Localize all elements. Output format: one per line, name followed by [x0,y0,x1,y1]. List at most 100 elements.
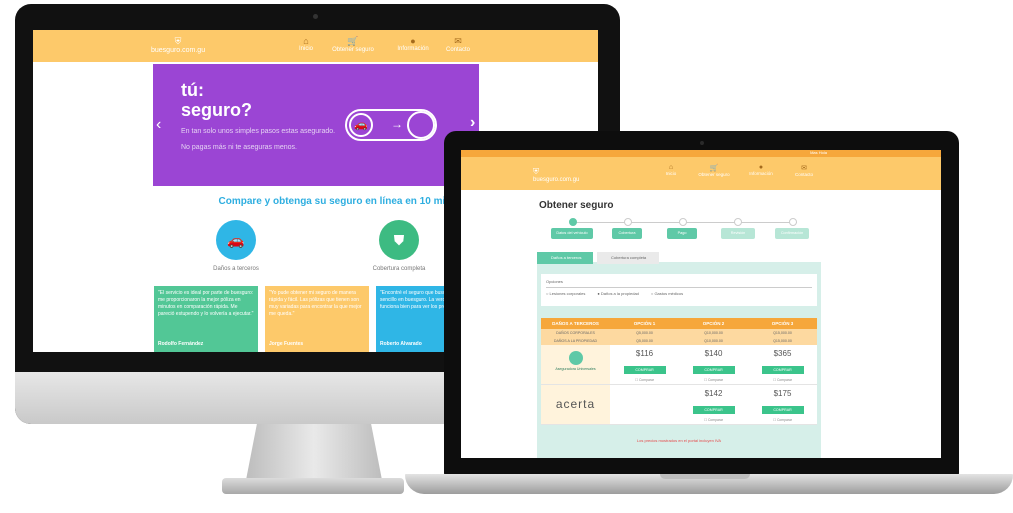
insurer-row: acerta $142 COMPRAR ☐ Comparar $175 COMP… [541,385,817,425]
nav-contacto[interactable]: ✉ Contacto [779,164,829,177]
user-greeting[interactable]: Mas Hola [810,150,827,155]
nav-label: Información [749,171,773,176]
desktop-logo[interactable]: ⛨ buesguro.com.gu [151,36,205,54]
step-dot [679,218,687,226]
compare-checkbox[interactable]: ☐ Comparar [679,418,748,422]
devices-mockup: ⛨ buesguro.com.gu ⌂ Inicio 🛒 Obtener seg… [0,0,1013,513]
logo-icon: ⛨ [174,36,182,46]
quote-table: DAÑOS A TERCEROS OPCIÓN 1 OPCIÓN 2 OPCIÓ… [541,318,817,425]
table-cell: Q5,000.00 [610,329,679,337]
cart-icon: 🛒 [347,36,359,46]
hero-line-2: No pagas más ni te aseguras menos. [181,144,297,151]
table-row: DAÑOS CORPORALES Q5,000.00 Q10,000.00 Q1… [541,329,817,337]
quote-option: $140 COMPRAR ☐ Comparar [679,345,748,384]
price: $175 [773,389,792,398]
cart-icon: 🛒 [709,165,719,172]
tab-cobertura-completa[interactable]: Cobertura completa [597,252,659,264]
hero-title: tú: seguro? [181,80,253,120]
testimonial-text: "Yo pude obtener mi seguro de manera ráp… [269,290,362,317]
buy-button[interactable]: COMPRAR [692,366,735,374]
nav-label: Inicio [665,171,677,176]
buy-button[interactable]: COMPRAR [761,366,804,374]
step-button[interactable]: Pago [667,228,697,239]
insurer-name: acerta [555,397,596,411]
compare-checkbox[interactable]: ☐ Comparar [748,378,817,382]
desktop-header: ⛨ buesguro.com.gu ⌂ Inicio 🛒 Obtener seg… [33,30,598,62]
testimonial-author: Roberto Alvarado [380,341,422,347]
table-cell: Q10,000.00 [679,337,748,345]
nav-label: Información [397,46,429,52]
nav-obtener-seguro[interactable]: 🛒 Obtener seguro [323,36,383,53]
buy-button[interactable]: COMPRAR [761,406,804,414]
nav-label: Obtener seguro [698,172,730,177]
footer-note: Los precios mostrados en el portal inclu… [636,438,722,443]
target-circle [407,111,435,139]
divider [546,287,812,288]
price: $142 [704,389,723,398]
chevron-left-icon[interactable]: ‹ [156,116,161,134]
compare-checkbox[interactable]: ☐ Comparar [610,378,679,382]
testimonial-text: "El servicio es ideal por parte de buesg… [158,290,254,317]
quote-option-empty [610,385,679,424]
table-cell: DAÑOS A LA PROPIEDAD [541,337,610,345]
tab-danos-terceros[interactable]: Daños a terceros [537,252,593,264]
car-icon[interactable]: 🚗 [216,220,256,260]
options-box: Opciones ○ Lesiones corporales ● Daños a… [541,274,817,306]
nav-label: Contacto [445,47,470,53]
nav-label: Inicio [298,46,313,52]
logo-icon: ⛨ [533,167,539,176]
price: $140 [704,349,723,358]
table-header: DAÑOS A TERCEROS OPCIÓN 1 OPCIÓN 2 OPCIÓ… [541,318,817,329]
logo-text: buesguro.com.gu [151,47,206,54]
table-cell: DAÑOS CORPORALES [541,329,610,337]
shield-icon[interactable]: ⛊ [379,220,419,260]
table-cell: Q15,000.00 [748,337,817,345]
imac-stand [246,424,382,480]
table-cell: Q15,000.00 [748,329,817,337]
arrow-right-icon: → [391,117,403,131]
step-button[interactable]: Confirmación [775,228,809,239]
feature-label: Daños a terceros [213,266,259,272]
nav-label: Contacto [794,172,813,177]
step-dot [569,218,577,226]
option-checkbox[interactable]: ○ Gastos médicos [651,291,683,296]
feature-label: Cobertura completa [372,266,426,272]
insurer-logo: acerta [541,385,610,424]
quote-option: $365 COMPRAR ☐ Comparar [748,345,817,384]
option-checkbox[interactable]: ○ Lesiones corporales [546,291,585,296]
insurer-name: Aseguradora Universales [555,367,596,371]
hero-cta[interactable]: 🚗 → [345,109,437,141]
step-button[interactable]: Revisión [721,228,755,239]
insurer-row: Aseguradora Universales $116 COMPRAR ☐ C… [541,345,817,385]
nav-obtener-seguro[interactable]: 🛒 Obtener seguro [689,164,739,177]
nav-contacto[interactable]: ✉ Contacto [428,36,488,53]
imac-foot [222,478,404,494]
step-dot [789,218,797,226]
leaf-icon [568,351,583,365]
price: $116 [635,349,654,358]
compare-checkbox[interactable]: ☐ Comparar [679,378,748,382]
chevron-right-icon[interactable]: › [470,114,475,132]
top-bar: Mas Hola [461,150,941,157]
hero-line-1: En tan solo unos simples pasos estas ase… [181,128,336,135]
testimonial-author: Jorge Fuentes [269,341,304,347]
logo-text: buesguro.com.gu [533,177,580,183]
testimonial-card: "Yo pude obtener mi seguro de manera ráp… [265,286,369,352]
header-cell: OPCIÓN 2 [679,318,748,329]
step-button[interactable]: Datos del vehículo [551,228,593,239]
imac-camera [313,14,318,19]
option-checkbox[interactable]: ● Daños a la propiedad [597,291,639,296]
laptop-logo[interactable]: ⛨ buesguro.com.gu [533,167,579,183]
laptop-screen: Mas Hola ⛨ buesguro.com.gu ⌂ Inicio 🛒 Ob… [461,150,941,458]
options-title: Opciones [546,279,563,284]
step-dot [624,218,632,226]
mail-icon: ✉ [801,165,807,172]
buy-button[interactable]: COMPRAR [623,366,666,374]
compare-checkbox[interactable]: ☐ Comparar [748,418,817,422]
step-button[interactable]: Cobertura [612,228,642,239]
header-cell: DAÑOS A TERCEROS [541,318,610,329]
table-row: DAÑOS A LA PROPIEDAD Q5,000.00 Q10,000.0… [541,337,817,345]
table-cell: Q10,000.00 [679,329,748,337]
buy-button[interactable]: COMPRAR [692,406,735,414]
quote-option: $175 COMPRAR ☐ Comparar [748,385,817,424]
